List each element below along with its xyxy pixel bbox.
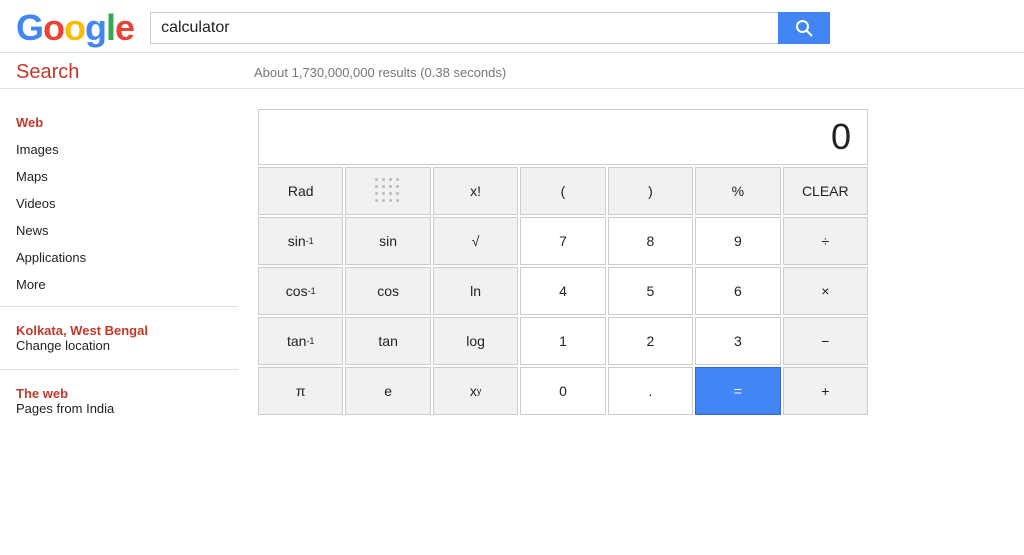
calc-btn-two[interactable]: 2 xyxy=(608,317,693,365)
header: Google xyxy=(0,0,1024,53)
calc-btn-arcsin[interactable]: sin-1 xyxy=(258,217,343,265)
sidebar: WebImagesMapsVideosNewsApplicationsMore … xyxy=(0,99,238,434)
calc-btn-sin[interactable]: sin xyxy=(345,217,430,265)
content-area: 0 Rad x!()%CLEAR sin-1sin√789÷ cos-1cosln45… xyxy=(238,99,1024,434)
sidebar-item-applications[interactable]: Applications xyxy=(16,244,238,271)
calc-btn-zero[interactable]: 0 xyxy=(520,367,605,415)
calc-btn-ln[interactable]: ln xyxy=(433,267,518,315)
calc-btn-cos[interactable]: cos xyxy=(345,267,430,315)
sidebar-item-news[interactable]: News xyxy=(16,217,238,244)
calc-btn-four[interactable]: 4 xyxy=(520,267,605,315)
search-filter-label: Search xyxy=(16,61,254,84)
sidebar-location-name[interactable]: Kolkata, West Bengal xyxy=(16,323,222,338)
calc-btn-rad[interactable]: Rad xyxy=(258,167,343,215)
sidebar-location: Kolkata, West Bengal Change location xyxy=(0,315,238,361)
sidebar-divider-2 xyxy=(0,369,238,370)
calc-btn-log[interactable]: log xyxy=(433,317,518,365)
google-logo[interactable]: Google xyxy=(16,10,134,46)
calc-btn-euler[interactable]: e xyxy=(345,367,430,415)
calc-btn-open-paren[interactable]: ( xyxy=(520,167,605,215)
sidebar-nav: WebImagesMapsVideosNewsApplicationsMore xyxy=(0,109,238,298)
sidebar-web-title[interactable]: The web xyxy=(16,386,222,401)
calc-btn-clear[interactable]: CLEAR xyxy=(783,167,868,215)
search-input[interactable] xyxy=(150,12,778,44)
sidebar-item-web[interactable]: Web xyxy=(16,109,238,136)
main-layout: WebImagesMapsVideosNewsApplicationsMore … xyxy=(0,89,1024,434)
calc-btn-three[interactable]: 3 xyxy=(695,317,780,365)
calc-btn-power[interactable]: xy xyxy=(433,367,518,415)
display-value: 0 xyxy=(831,116,851,158)
calc-btn-sqrt[interactable]: √ xyxy=(433,217,518,265)
calc-btn-grid[interactable] xyxy=(345,167,430,215)
calc-btn-equals[interactable]: = xyxy=(695,367,780,415)
subheader: Search About 1,730,000,000 results (0.38… xyxy=(0,53,1024,89)
calc-btn-divide[interactable]: ÷ xyxy=(783,217,868,265)
search-button[interactable] xyxy=(778,12,830,44)
calculator-buttons: Rad x!()%CLEAR sin-1sin√789÷ cos-1cosln456×… xyxy=(258,167,868,415)
calc-btn-nine[interactable]: 9 xyxy=(695,217,780,265)
sidebar-web: The web Pages from India xyxy=(0,378,238,424)
sidebar-item-more[interactable]: More xyxy=(16,271,238,298)
calc-btn-percent[interactable]: % xyxy=(695,167,780,215)
calc-btn-tan[interactable]: tan xyxy=(345,317,430,365)
sidebar-item-videos[interactable]: Videos xyxy=(16,190,238,217)
calculator-display: 0 xyxy=(258,109,868,165)
sidebar-location-change[interactable]: Change location xyxy=(16,338,222,353)
sidebar-item-maps[interactable]: Maps xyxy=(16,163,238,190)
calc-btn-five[interactable]: 5 xyxy=(608,267,693,315)
calc-btn-decimal[interactable]: . xyxy=(608,367,693,415)
calculator: 0 Rad x!()%CLEAR sin-1sin√789÷ cos-1cosln45… xyxy=(258,109,868,415)
calc-btn-arctan[interactable]: tan-1 xyxy=(258,317,343,365)
calc-btn-factorial[interactable]: x! xyxy=(433,167,518,215)
calc-btn-multiply[interactable]: × xyxy=(783,267,868,315)
results-count: About 1,730,000,000 results (0.38 second… xyxy=(254,65,506,80)
sidebar-divider xyxy=(0,306,238,307)
sidebar-web-sub: Pages from India xyxy=(16,401,222,416)
sidebar-item-images[interactable]: Images xyxy=(16,136,238,163)
calc-btn-six[interactable]: 6 xyxy=(695,267,780,315)
calc-btn-pi[interactable]: π xyxy=(258,367,343,415)
calc-btn-close-paren[interactable]: ) xyxy=(608,167,693,215)
search-box xyxy=(150,12,830,44)
calc-btn-arccos[interactable]: cos-1 xyxy=(258,267,343,315)
calc-btn-one[interactable]: 1 xyxy=(520,317,605,365)
calc-btn-subtract[interactable]: − xyxy=(783,317,868,365)
calc-btn-seven[interactable]: 7 xyxy=(520,217,605,265)
calc-btn-eight[interactable]: 8 xyxy=(608,217,693,265)
calc-btn-add[interactable]: + xyxy=(783,367,868,415)
